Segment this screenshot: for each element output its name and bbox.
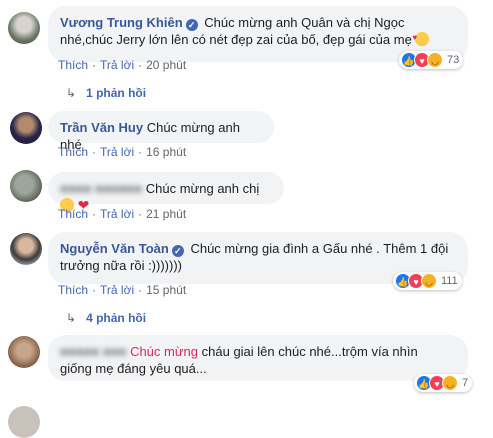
comment-text-line2: giống mẹ đáng yêu quá...	[60, 361, 207, 376]
comment-author[interactable]: Vương Trung Khiên	[60, 15, 183, 30]
separator-dot: ·	[92, 207, 97, 221]
reaction-count: 7	[462, 377, 469, 389]
comment-author[interactable]: Trần Văn Huy	[60, 120, 143, 135]
haha-reaction-icon: ◡	[442, 375, 458, 391]
avatar[interactable]	[8, 12, 40, 44]
avatar[interactable]	[10, 112, 42, 144]
replies-label: 1 phản hồi	[86, 86, 147, 100]
reply-action[interactable]: Trả lời	[100, 283, 134, 297]
comment-actions: Thích · Trả lời · 16 phút	[58, 145, 186, 159]
haha-reaction-icon: ◡	[421, 273, 437, 289]
comment-bubble: ■■■■ ■■■■■■ Chúc mừng anh chị ❤	[48, 172, 284, 213]
separator-dot: ·	[92, 145, 97, 159]
reaction-count: 111	[441, 275, 458, 287]
separator-dot: ·	[138, 145, 143, 159]
like-action[interactable]: Thích	[58, 145, 88, 159]
haha-reaction-icon: ◡	[427, 52, 443, 68]
reply-action[interactable]: Trả lời	[100, 145, 134, 159]
separator-dot: ·	[92, 58, 97, 72]
avatar[interactable]	[10, 233, 42, 265]
reply-arrow-icon: ↳	[66, 311, 77, 325]
comment-bubble: ■■■■■ ■■■ Chúc mừng cháu giai lên chúc n…	[48, 335, 468, 381]
comment-time[interactable]: 21 phút	[146, 207, 186, 221]
reply-action[interactable]: Trả lời	[100, 58, 134, 72]
comment-time[interactable]: 15 phút	[146, 283, 186, 297]
separator-dot: ·	[138, 283, 143, 297]
reaction-summary[interactable]: 👍 ♥ ◡ 111	[393, 272, 462, 290]
hidden-author-name: ■■■■■ ■■■	[60, 344, 127, 359]
comment-text-line2: nhé,chúc Jerry lớn lên có nét đẹp zai củ…	[60, 32, 412, 47]
like-action[interactable]: Thích	[58, 283, 88, 297]
verified-badge-icon: ✓	[185, 19, 198, 31]
view-replies-link[interactable]: ↳ 1 phản hồi	[66, 86, 146, 100]
reply-action[interactable]: Trả lời	[100, 207, 134, 221]
comment-text-line1: Chúc mừng gia đình a Gấu nhé . Thêm 1 độ…	[190, 241, 449, 256]
reaction-count: 73	[447, 54, 460, 66]
comment-bubble: Trần Văn Huy Chúc mừng anh nhé	[48, 111, 274, 152]
comment-actions: Thích · Trả lời · 15 phút	[58, 283, 186, 297]
separator-dot: ·	[92, 283, 97, 297]
avatar[interactable]	[8, 336, 40, 368]
like-action[interactable]: Thích	[58, 207, 88, 221]
comment-text-line2: trưởng nữa rồi :)))))))	[60, 258, 182, 273]
comment-time[interactable]: 20 phút	[146, 58, 186, 72]
hidden-author-name: ■■■■ ■■■■■■	[60, 181, 143, 196]
verified-badge-icon: ✓	[171, 245, 184, 257]
comment-actions: Thích · Trả lời · 20 phút	[58, 58, 186, 72]
reply-arrow-icon: ↳	[66, 86, 77, 100]
comment-actions: Thích · Trả lời · 21 phút	[58, 207, 186, 221]
view-replies-link[interactable]: ↳ 4 phản hồi	[66, 311, 146, 325]
replies-label: 4 phản hồi	[86, 311, 147, 325]
reaction-summary[interactable]: 👍 ♥ ◡ 7	[414, 374, 473, 392]
avatar[interactable]	[8, 406, 40, 438]
comment-text: Chúc mừng anh chị	[145, 181, 260, 196]
avatar[interactable]	[10, 170, 42, 202]
comment-text-line1: cháu giai lên chúc nhé...trộm vía nhìn	[201, 344, 418, 359]
smiling-face-with-hearts-icon: ♥	[412, 32, 430, 46]
comment-time[interactable]: 16 phút	[146, 145, 186, 159]
like-action[interactable]: Thích	[58, 58, 88, 72]
comment-text-line1: Chúc mừng anh Quân và chị Ngọc	[204, 15, 405, 30]
separator-dot: ·	[138, 207, 143, 221]
comment-author[interactable]: Nguyễn Văn Toàn	[60, 241, 169, 256]
separator-dot: ·	[138, 58, 143, 72]
highlight-text: Chúc mừng	[130, 344, 199, 359]
reaction-summary[interactable]: 👍 ♥ ◡ 73	[399, 51, 464, 69]
